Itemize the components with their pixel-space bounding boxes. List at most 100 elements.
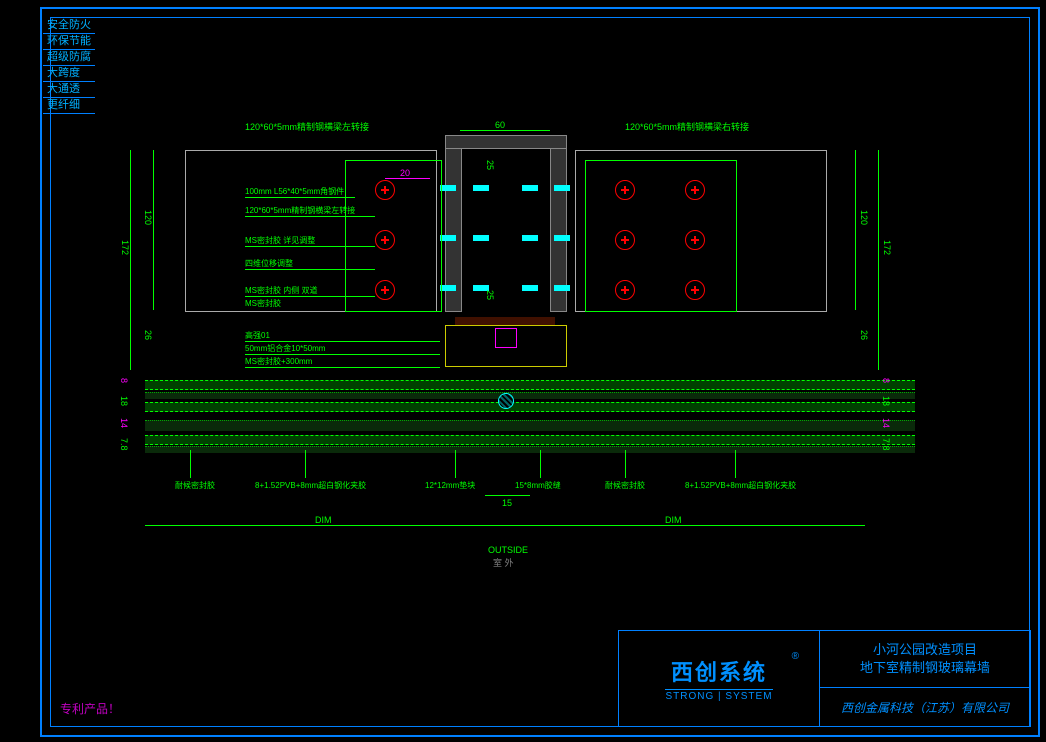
lug-icon (522, 235, 538, 241)
lug-icon (554, 185, 570, 191)
leader-line (245, 246, 375, 247)
leader-line (245, 296, 375, 297)
dim-172-left: 172 (120, 240, 130, 255)
glass-band-mid (145, 402, 915, 412)
tag-item: 安全防火 (43, 18, 95, 34)
leader-r2: 50mm铝合金10*50mm (245, 343, 325, 354)
glass-band-upper (145, 380, 915, 390)
title-right: 小河公园改造项目 地下室精制钢玻璃幕墙 西创金属科技（江苏）有限公司 (820, 631, 1030, 726)
leader-l2: 120*60*5mm精制钢横梁左转接 (245, 205, 355, 216)
dim-note-top-left: 120*60*5mm精制钢横梁左转接 (245, 120, 369, 133)
leader-tick (305, 450, 306, 478)
logo-text-cn: 西创系统 (671, 655, 767, 687)
column-wall-top (445, 135, 567, 149)
leader-line (245, 269, 375, 270)
tag-item: 更纤细 (43, 98, 95, 114)
outside-cn: 室 外 (493, 556, 514, 569)
plate-right (585, 160, 737, 312)
leader-line (245, 341, 440, 342)
outside-en: OUTSIDE (488, 545, 528, 555)
dim-joint-15: 15 (502, 498, 512, 508)
logo-registered: ® (792, 651, 799, 662)
lug-icon (440, 285, 456, 291)
label-weather-r: 耐候密封胶 (605, 480, 645, 491)
dim-26-left: 26 (143, 330, 153, 340)
dim-120-right: 120 (859, 210, 869, 225)
dim-172-right: 172 (882, 240, 892, 255)
dim-ext-left2 (130, 150, 131, 370)
dim-bolt-pitch-2: 25 (485, 290, 495, 300)
bolt-stud (495, 328, 517, 348)
dim-ext-right2 (878, 150, 879, 370)
tag-item: 大跨度 (43, 66, 95, 82)
dim-78-right: 7.8 (881, 438, 891, 451)
label-spacer: 12*12mm垫块 (425, 480, 475, 491)
dim-120-left: 120 (143, 210, 153, 225)
tag-item: 环保节能 (43, 34, 95, 50)
label-sealant: 15*8mm胶缝 (515, 480, 561, 491)
leader-r1: 高强01 (245, 330, 270, 341)
dim-generic-l: DIM (315, 515, 332, 525)
dim-26-right: 26 (859, 330, 869, 340)
company-name: 西创金属科技（江苏）有限公司 (820, 688, 1030, 726)
leader-r3: MS密封胶+300mm (245, 356, 312, 367)
dim-8-left: 8 (119, 378, 129, 383)
lug-icon (440, 185, 456, 191)
patent-note: 专利产品！ (60, 700, 120, 717)
backer-rod-icon (498, 393, 514, 409)
dim-width-top: 60 (495, 120, 505, 130)
leader-line (245, 197, 355, 198)
glass-gap-c (145, 446, 915, 453)
gasket-red (455, 317, 555, 325)
leader-tick (455, 450, 456, 478)
dim-generic-r: DIM (665, 515, 682, 525)
dim-18-right: 18 (881, 396, 891, 406)
leader-line (245, 367, 440, 368)
dim-line (460, 130, 550, 131)
tag-item: 超级防腐 (43, 50, 95, 66)
dim-ext-right (855, 150, 856, 310)
dim-bolt-pitch-1: 25 (485, 160, 495, 170)
overall-dim-line (145, 525, 865, 526)
lug-icon (473, 185, 489, 191)
label-glass-spec-r: 8+1.52PVB+8mm超白钢化夹胶 (685, 480, 796, 491)
leader-l5: MS密封胶 内侧 双道 (245, 285, 317, 296)
cad-drawing: 120*60*5mm精制钢横梁左转接 60 120*60*5mm精制钢横梁右转接… (145, 130, 915, 590)
leader-l6: MS密封胶 (245, 298, 281, 309)
leader-line (245, 354, 440, 355)
side-feature-tags: 安全防火 环保节能 超级防腐 大跨度 大通透 更纤细 (43, 18, 95, 114)
tag-item: 大通透 (43, 82, 95, 98)
leader-line (245, 216, 375, 217)
lug-icon (522, 185, 538, 191)
dim-ext-left (153, 150, 154, 310)
leader-tick (625, 450, 626, 478)
leader-tick (735, 450, 736, 478)
title-block: 西创系统 ® STRONG | SYSTEM 小河公园改造项目 地下室精制钢玻璃… (618, 630, 1031, 727)
lug-icon (522, 285, 538, 291)
project-title: 小河公园改造项目 地下室精制钢玻璃幕墙 (820, 631, 1030, 688)
project-line2: 地下室精制钢玻璃幕墙 (860, 659, 990, 677)
lug-icon (440, 235, 456, 241)
dim-18-left: 18 (119, 396, 129, 406)
leader-tick (540, 450, 541, 478)
logo-text-en: STRONG | SYSTEM (665, 689, 772, 702)
glass-gap-b (145, 420, 915, 431)
plate-left (345, 160, 442, 312)
leader-tick (190, 450, 191, 478)
dim-78-left: 7.8 (119, 438, 129, 451)
project-line1: 小河公园改造项目 (873, 641, 977, 659)
glass-band-lower (145, 435, 915, 445)
dim-note-top-right: 120*60*5mm精制钢横梁右转接 (625, 120, 749, 133)
leader-l4: 四维位移调整 (245, 258, 293, 269)
dim-14-right: 14 (881, 418, 891, 428)
label-weather-l: 耐候密封胶 (175, 480, 215, 491)
leader-l1: 100mm L56*40*5mm角钢件 (245, 186, 344, 197)
lug-icon (554, 285, 570, 291)
leader-l3: MS密封胶 详见调整 (245, 235, 315, 246)
label-glass-spec-l: 8+1.52PVB+8mm超白钢化夹胶 (255, 480, 366, 491)
logo-panel: 西创系统 ® STRONG | SYSTEM (619, 631, 820, 726)
dim-line (485, 495, 530, 496)
lug-icon (554, 235, 570, 241)
dim-14-left: 14 (119, 418, 129, 428)
lug-icon (473, 235, 489, 241)
